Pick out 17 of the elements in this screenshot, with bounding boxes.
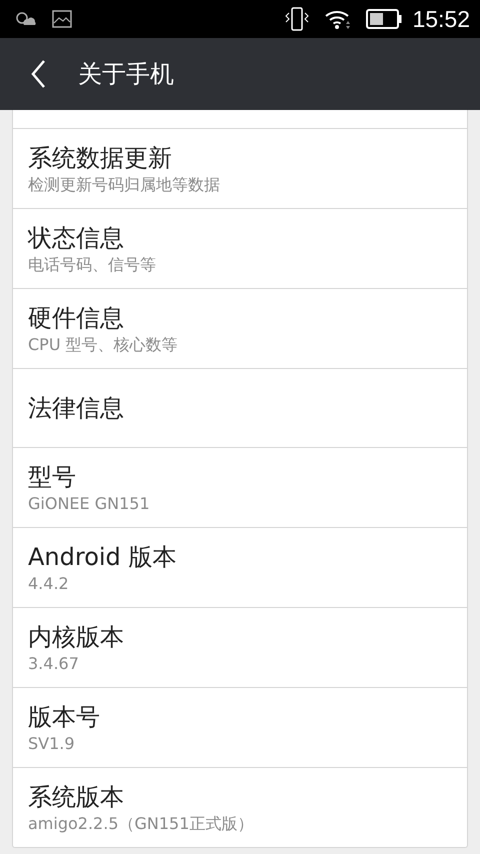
settings-item[interactable]: 系统版本 amigo2.2.5（GN151正式版） xyxy=(13,768,467,847)
vibrate-icon xyxy=(284,7,310,31)
settings-item[interactable]: 状态信息 电话号码、信号等 xyxy=(13,209,467,289)
settings-item[interactable]: 内核版本 3.4.67 xyxy=(13,608,467,688)
settings-item[interactable]: 硬件信息 CPU 型号、核心数等 xyxy=(13,289,467,369)
settings-item[interactable]: 版本号 SV1.9 xyxy=(13,688,467,768)
wifi-icon xyxy=(324,8,352,30)
back-icon[interactable] xyxy=(30,59,46,89)
image-icon xyxy=(52,10,72,28)
settings-item[interactable]: 法律信息 xyxy=(13,369,467,448)
battery-icon xyxy=(366,9,402,29)
weather-icon xyxy=(16,12,38,26)
settings-item[interactable]: 型号 GiONEE GN151 xyxy=(13,448,467,528)
settings-item[interactable]: Android 版本 4.4.2 xyxy=(13,528,467,608)
status-time: 15:52 xyxy=(412,6,470,32)
screen-title: 关于手机 xyxy=(78,59,174,90)
settings-item[interactable]: 系统数据更新 检测更新号码归属地等数据 xyxy=(13,129,467,209)
